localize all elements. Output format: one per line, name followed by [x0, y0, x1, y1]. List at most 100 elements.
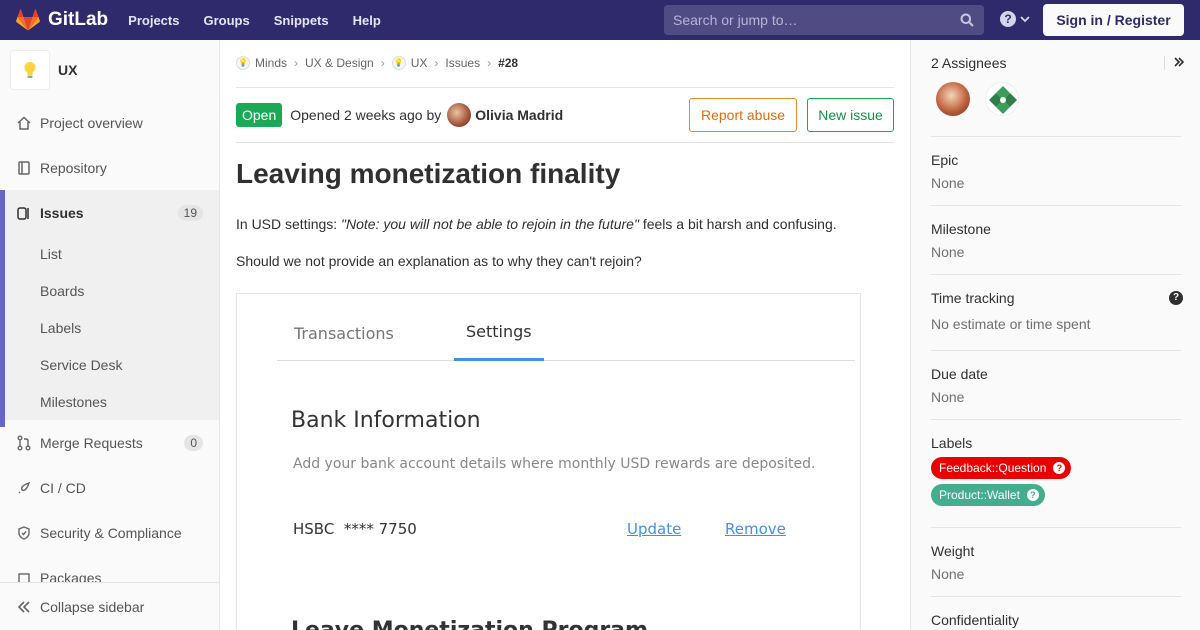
search-input[interactable]	[673, 12, 943, 28]
breadcrumb-separator-icon: ›	[294, 56, 299, 70]
divider	[236, 142, 894, 143]
divider	[1164, 56, 1165, 70]
label-feedback-question[interactable]: Feedback::Question ?	[931, 457, 1072, 479]
issue-description-p1: In USD settings: "Note: you will not be …	[236, 216, 837, 232]
embedded-screenshot[interactable]: Transactions Settings Bank Information A…	[236, 293, 861, 630]
description-quote: "Note: you will not be able to rejoin in…	[341, 216, 639, 232]
label-name: Feedback::Question	[939, 461, 1047, 475]
sign-in-button[interactable]: Sign in / Register	[1043, 4, 1184, 36]
question-icon: ?	[1053, 462, 1066, 474]
breadcrumb-minds[interactable]: 💡 Minds	[236, 56, 287, 70]
sidebar-item-merge-requests[interactable]: Merge Requests 0	[0, 420, 219, 465]
nav-link-help[interactable]: Help	[353, 13, 381, 28]
question-icon: ?	[1026, 489, 1039, 501]
sidebar-item-issues[interactable]: Issues 19	[0, 190, 219, 235]
breadcrumb-issues[interactable]: Issues	[445, 56, 480, 70]
sidebar-subitem-milestones[interactable]: Milestones	[0, 383, 219, 420]
assignees-label: 2 Assignees	[931, 55, 1007, 71]
issue-title: Leaving monetization finality	[236, 158, 621, 189]
shield-icon	[18, 525, 30, 540]
screenshot-tabs: Transactions Settings	[277, 294, 855, 361]
bank-update-link: Update	[627, 520, 682, 538]
labels-block[interactable]: Labels Feedback::Question ? Product::Wal…	[931, 435, 1181, 506]
time-tracking-block[interactable]: Time tracking No estimate or time spent	[931, 290, 1181, 332]
group-avatar: 💡	[236, 56, 250, 70]
issues-group: Issues 19 List Boards Labels Service Des…	[0, 190, 219, 420]
sidebar-item-repository[interactable]: Repository	[0, 145, 219, 190]
epic-value: None	[931, 175, 965, 191]
sidebar-subitem-boards[interactable]: Boards	[0, 272, 219, 309]
epic-block[interactable]: Epic None	[931, 152, 1181, 191]
assignee-avatar-1[interactable]	[936, 82, 970, 116]
divider	[931, 419, 1181, 420]
label-product-wallet[interactable]: Product::Wallet ?	[931, 484, 1045, 506]
label-name: Product::Wallet	[939, 488, 1020, 502]
divider	[931, 350, 1181, 351]
breadcrumb-ux[interactable]: 💡 UX	[391, 56, 428, 70]
help-dropdown[interactable]: ?	[1000, 11, 1030, 27]
milestone-block[interactable]: Milestone None	[931, 221, 1181, 260]
divider	[236, 87, 894, 88]
screenshot-tab-transactions: Transactions	[294, 324, 394, 343]
author-name[interactable]: Olivia Madrid	[475, 107, 563, 123]
status-badge: Open	[236, 103, 283, 127]
merge-requests-count-badge: 0	[184, 434, 203, 451]
description-text: In USD settings:	[236, 216, 342, 232]
leave-monetization-heading: Leave Monetization Program	[291, 618, 648, 630]
sidebar-item-label: CI / CD	[40, 479, 86, 496]
breadcrumb-issue-number[interactable]: #28	[498, 56, 518, 70]
breadcrumb-label: Minds	[255, 56, 288, 70]
milestone-value: None	[931, 244, 965, 260]
sidebar-item-label: Repository	[40, 159, 107, 176]
expand-sidebar-icon[interactable]	[1173, 56, 1185, 68]
project-avatar	[10, 50, 50, 90]
issue-description-p2: Should we not provide an explanation as …	[236, 253, 642, 269]
issues-icon	[17, 206, 29, 220]
time-tracking-value: No estimate or time spent	[931, 316, 1091, 332]
breadcrumb-separator-icon: ›	[380, 56, 385, 70]
author-avatar[interactable]	[447, 103, 472, 127]
divider	[931, 136, 1181, 137]
identicon-icon	[989, 86, 1017, 114]
epic-label: Epic	[931, 152, 959, 168]
confidentiality-label: Confidentiality	[931, 612, 1019, 628]
nav-link-groups[interactable]: Groups	[203, 13, 249, 28]
project-header[interactable]: UX	[0, 40, 219, 100]
sidebar-subitem-service-desk[interactable]: Service Desk	[0, 346, 219, 383]
confidentiality-block[interactable]: Confidentiality	[931, 612, 1181, 628]
book-icon	[18, 160, 30, 175]
search-box[interactable]	[664, 5, 984, 35]
sidebar-item-security[interactable]: Security & Compliance	[0, 510, 219, 555]
sidebar-item-label: Security & Compliance	[40, 524, 182, 541]
nav-link-snippets[interactable]: Snippets	[274, 13, 329, 28]
sidebar-item-ci-cd[interactable]: CI / CD	[0, 465, 219, 510]
gitlab-logo[interactable]: GitLab	[16, 9, 108, 31]
due-date-block[interactable]: Due date None	[931, 366, 1181, 405]
sidebar-subitem-list[interactable]: List	[0, 235, 219, 272]
new-issue-button[interactable]: New issue	[807, 98, 894, 132]
assignee-avatar-2[interactable]	[985, 82, 1019, 116]
due-date-value: None	[931, 389, 965, 405]
bank-information-description: Add your bank account details where mont…	[293, 456, 816, 472]
collapse-label: Collapse sidebar	[40, 598, 145, 615]
breadcrumb-ux-design[interactable]: UX & Design	[305, 56, 374, 70]
search-icon[interactable]	[960, 13, 974, 27]
weight-block[interactable]: Weight None	[931, 543, 1181, 582]
double-chevron-left-icon	[17, 600, 30, 613]
divider	[931, 527, 1181, 528]
collapse-sidebar-button[interactable]: Collapse sidebar	[0, 582, 219, 630]
issue-status-row: Open Opened 2 weeks ago by Olivia Madrid	[236, 103, 563, 127]
left-sidebar: UX Project overview Repository Issues 19…	[0, 40, 220, 630]
breadcrumb-separator-icon: ›	[434, 56, 439, 70]
bank-account: HSBC **** 7750	[293, 520, 417, 538]
breadcrumb-label: UX	[410, 56, 428, 70]
chevron-down-icon	[1020, 16, 1030, 23]
nav-links: Projects Groups Snippets Help	[128, 13, 405, 28]
nav-link-projects[interactable]: Projects	[128, 13, 179, 28]
report-abuse-button[interactable]: Report abuse	[689, 98, 797, 132]
question-icon[interactable]: ?	[1169, 291, 1183, 305]
sidebar-subitem-labels[interactable]: Labels	[0, 309, 219, 346]
sidebar-item-project-overview[interactable]: Project overview	[0, 100, 219, 145]
divider	[931, 596, 1181, 597]
sidebar-item-label: Project overview	[40, 114, 143, 131]
